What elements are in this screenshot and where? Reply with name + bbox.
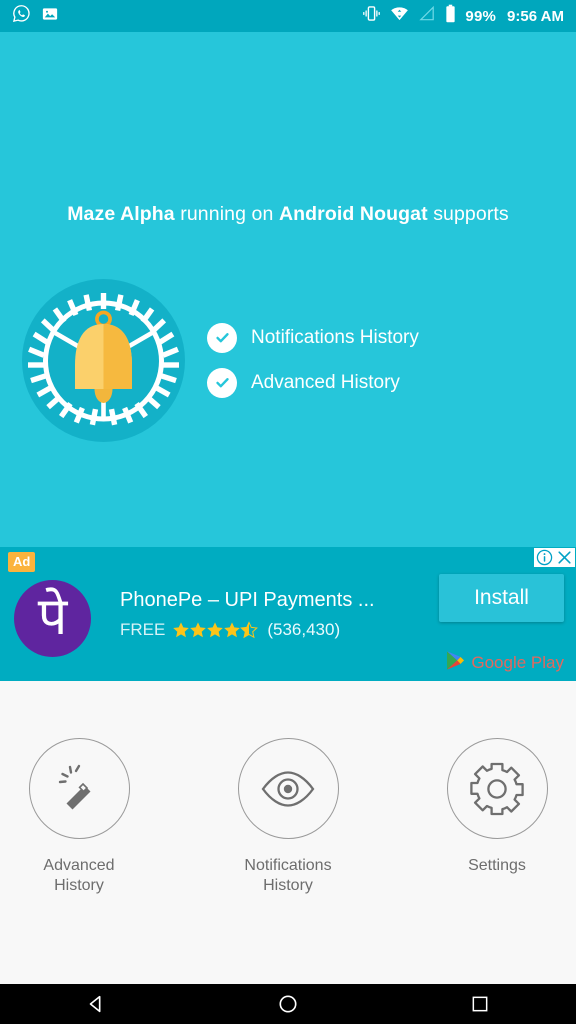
back-button[interactable]	[66, 984, 126, 1024]
recents-button[interactable]	[450, 984, 510, 1024]
tile-notifications-history[interactable]: Notifications History	[212, 738, 364, 896]
ad-badge: Ad	[8, 552, 36, 572]
tile-label-line1: Advanced	[43, 857, 115, 874]
feature-list: Notifications History Advanced History	[207, 315, 419, 405]
ad-price-label: FREE	[120, 620, 166, 639]
ad-app-logo-glyph: पे	[37, 586, 68, 647]
install-button[interactable]: Install	[439, 574, 564, 622]
tile-label: Notifications History	[244, 856, 331, 896]
check-circle-icon	[207, 367, 237, 398]
ad-store-attribution: Google Play	[445, 650, 564, 676]
ad-rating-stars	[172, 621, 260, 639]
feature-label: Advanced History	[251, 371, 400, 393]
tile-label-line2: History	[54, 877, 104, 894]
ad-app-logo: पे	[14, 580, 91, 657]
status-bar: 99% 9:56 AM	[0, 0, 576, 32]
tile-label-line2: History	[263, 877, 313, 894]
hero-headline: Maze Alpha running on Android Nougat sup…	[0, 203, 576, 226]
tile-label-line1: Notifications	[244, 857, 332, 874]
tile-settings[interactable]: Settings	[421, 738, 573, 896]
wifi-icon	[390, 5, 409, 27]
hero-headline-product: Maze Alpha	[67, 203, 175, 225]
feature-item: Notifications History	[207, 315, 419, 360]
app-screen: 99% 9:56 AM Maze Alpha running on Androi…	[0, 0, 576, 1024]
hero-feature-row: Notifications History Advanced History	[0, 272, 576, 448]
hero-headline-mid1: running on	[174, 203, 279, 225]
google-play-icon	[445, 650, 465, 676]
bell-clock-icon	[22, 278, 185, 442]
tile-grid: Advanced History Notifications History S…	[0, 738, 576, 896]
battery-icon	[445, 4, 456, 28]
bottom-panel: Advanced History Notifications History S…	[0, 681, 576, 984]
tile-label-line1: Settings	[468, 857, 526, 874]
feature-item: Advanced History	[207, 360, 419, 405]
ad-app-subtitle: FREE (536,430)	[120, 620, 340, 640]
gear-icon[interactable]	[446, 738, 548, 839]
clock-label: 9:56 AM	[507, 7, 564, 25]
feature-label: Notifications History	[251, 326, 419, 348]
tile-label: Settings	[468, 856, 526, 876]
status-bar-notification-icons	[12, 4, 59, 28]
ad-banner[interactable]: Ad पे PhonePe – UPI Payments ... FREE (5…	[0, 547, 576, 681]
vibrate-icon	[362, 5, 381, 27]
battery-percent-label: 99%	[465, 7, 497, 25]
tile-label: Advanced History	[43, 856, 114, 896]
magic-wand-icon[interactable]	[28, 738, 130, 839]
hero-headline-mid2: supports	[427, 203, 509, 225]
ad-controls	[534, 548, 575, 567]
eye-icon[interactable]	[237, 738, 339, 839]
google-play-label: Google Play	[471, 653, 564, 672]
ad-rating-count: (536,430)	[267, 620, 341, 639]
android-navigation-bar	[0, 984, 576, 1024]
info-icon[interactable]	[536, 549, 553, 566]
signal-icon	[418, 5, 436, 27]
ad-app-title[interactable]: PhonePe – UPI Payments ...	[120, 589, 375, 612]
hero-headline-os: Android Nougat	[278, 203, 428, 225]
whatsapp-icon	[12, 4, 31, 28]
tile-advanced-history[interactable]: Advanced History	[3, 738, 155, 896]
image-icon	[41, 5, 59, 28]
close-icon[interactable]	[556, 549, 573, 566]
check-circle-icon	[207, 322, 237, 353]
home-button[interactable]	[258, 984, 318, 1024]
status-bar-system-icons: 99% 9:56 AM	[362, 4, 564, 28]
